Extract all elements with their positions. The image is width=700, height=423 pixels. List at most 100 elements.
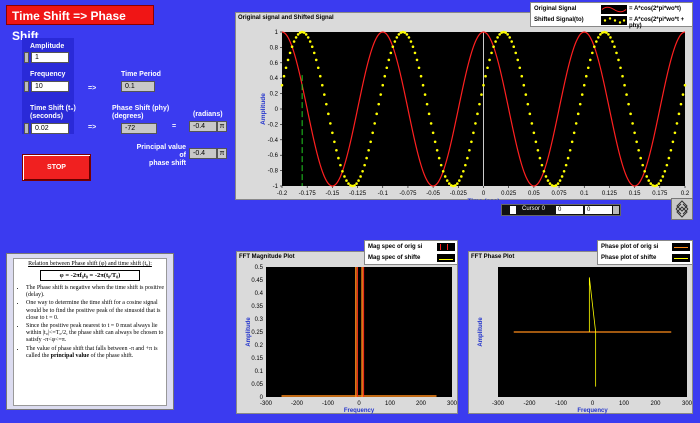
shifted-signal-point	[524, 93, 528, 96]
shifted-signal-point	[443, 175, 447, 178]
x-tick-label: -100	[322, 401, 335, 407]
x-tick-label: -100	[555, 401, 568, 407]
shifted-signal-point	[383, 74, 387, 78]
x-axis-label: Frequency	[577, 408, 608, 414]
x-tick-label: 200	[650, 401, 661, 407]
shifted-signal-point	[331, 131, 334, 135]
shifted-signal-point	[534, 140, 538, 144]
shifted-signal-point	[369, 140, 372, 144]
time-shift-input[interactable]: 0.02	[31, 123, 69, 134]
shifted-signal-point	[625, 93, 628, 96]
shifted-signal-point	[419, 74, 423, 78]
shifted-signal-point	[631, 122, 634, 125]
shifted-signal-point	[560, 175, 564, 178]
x-tick-label: 300	[447, 401, 458, 407]
shifted-signal-point	[472, 131, 475, 135]
amplitude-input[interactable]: 1	[31, 52, 69, 63]
y-axis-label: Amplitude	[260, 93, 267, 125]
radians-indicator: -0.4	[189, 121, 217, 132]
fft-mag-area	[266, 267, 452, 397]
y-tick-label: 0	[275, 107, 279, 113]
y-tick-label: 0.1	[255, 369, 264, 375]
shifted-signal-point	[548, 182, 552, 185]
shifted-signal-point	[423, 93, 427, 96]
stop-button[interactable]: STOP	[22, 154, 91, 181]
shifted-signal-point	[367, 148, 370, 152]
pi-symbol-box: π	[217, 121, 227, 132]
legend-mag-shift: Mag spec of shifte	[368, 255, 421, 261]
cursor-legend[interactable]: Cursor 0 0 0	[501, 204, 621, 216]
shifted-signal-point	[335, 148, 338, 152]
cursor-crosshair-icon[interactable]	[510, 206, 516, 214]
shifted-signal-point	[605, 31, 608, 34]
frequency-label: Frequency	[30, 71, 66, 78]
x-tick-label: 200	[416, 401, 427, 407]
y-tick-label: 0.4	[255, 291, 264, 297]
shifted-signal-point	[308, 40, 312, 43]
shifted-signal-point	[494, 40, 497, 43]
time-shift-stepper[interactable]	[24, 123, 29, 134]
shifted-signal-point	[466, 156, 469, 160]
shifted-signal-point	[508, 36, 511, 39]
amplitude-stepper[interactable]	[24, 52, 29, 63]
frequency-input[interactable]: 10	[31, 81, 69, 92]
shifted-signal-point	[663, 169, 667, 173]
shifted-signal-point	[623, 83, 626, 87]
shifted-signal-point	[306, 36, 310, 39]
fft-mag-plot: -300 -200 -100 0 100 200 300 0.5 0.45 0.4 0.35 0.3 0…	[246, 265, 458, 414]
shifted-signal-point	[520, 74, 524, 78]
frequency-stepper[interactable]	[24, 81, 29, 92]
y-tick-label: 0.3	[255, 317, 264, 323]
shifted-signal-point	[431, 131, 435, 135]
time-shift-label: Time Shift (t₀) (seconds)	[30, 105, 76, 121]
y-tick-label: 0.2	[270, 92, 279, 98]
shifted-signal-point	[363, 163, 366, 167]
shifted-signal-point	[516, 58, 520, 62]
shifted-signal-point	[429, 122, 433, 125]
fft-mag-legend[interactable]: Mag spec of orig si Mag spec of shifte	[364, 240, 458, 265]
time-period-label: Time Period	[121, 71, 161, 78]
fft-phase-legend[interactable]: Phase plot of orig si Phase plot of shif…	[597, 240, 693, 265]
shifted-signal-point	[554, 184, 558, 187]
shifted-signal-point	[576, 112, 580, 116]
shifted-signal-point	[617, 58, 620, 62]
principal-pi-box: π	[217, 148, 227, 159]
x-tick-label: 0.15	[629, 191, 641, 197]
shifted-signal-point	[302, 31, 306, 34]
y-tick-label: -0.2	[268, 122, 279, 128]
legend-original-formula: = A*cos(2*pi*wo*t)	[629, 6, 681, 12]
shifted-signal-point	[572, 131, 576, 135]
radians-label: (radians)	[193, 111, 223, 118]
x-tick-label: -300	[492, 401, 505, 407]
shifted-signal-point	[574, 122, 578, 125]
principal-label-line1: Principal value of	[136, 144, 186, 159]
shifted-signal-point	[321, 83, 324, 87]
shifted-signal-point	[657, 182, 661, 185]
graph-pan-tool-icon[interactable]	[671, 198, 693, 220]
shifted-signal-point	[318, 74, 322, 78]
y-tick-label: -0.8	[268, 169, 279, 175]
x-tick-label: 0.1	[580, 191, 589, 197]
shifted-signal-point	[411, 45, 415, 49]
time-shift-label-line2: (seconds)	[30, 113, 64, 120]
arrow-to-phase: =>	[88, 124, 97, 131]
shifted-signal-point	[611, 40, 614, 43]
shifted-signal-point	[518, 66, 522, 70]
main-plot-legend[interactable]: Original Signal = A*cos(2*pi*wo*t) Shift…	[530, 2, 693, 29]
shifted-signal-point	[381, 83, 385, 87]
cursor-options-icon[interactable]	[613, 206, 619, 214]
shifted-signal-point	[290, 45, 294, 48]
shifted-signal-point	[649, 182, 653, 185]
shifted-signal-point	[353, 184, 356, 187]
phase-formula: φ = -2πf₀t₀ = -2π(t₀/T₀)	[40, 270, 140, 281]
shifted-signal-point	[556, 182, 560, 185]
shifted-signal-point	[619, 66, 622, 70]
shifted-signal-point	[453, 184, 457, 187]
shifted-signal-point	[532, 131, 536, 135]
shifted-signal-point	[427, 112, 431, 116]
shifted-signal-point	[536, 148, 540, 152]
x-axis-label: Frequency	[344, 408, 375, 414]
y-tick-label: -1	[273, 184, 279, 190]
x-tick-label: 0.175	[652, 191, 668, 197]
shifted-signal-point	[659, 179, 663, 182]
